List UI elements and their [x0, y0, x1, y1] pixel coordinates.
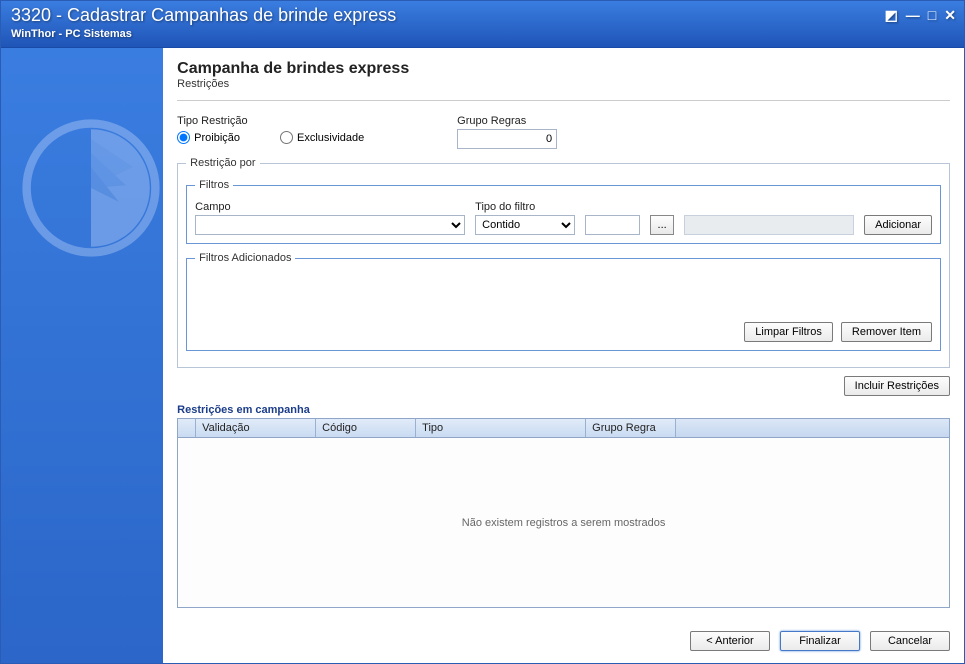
- window-subtitle: WinThor - PC Sistemas: [11, 28, 954, 40]
- filtros-fieldset: Filtros Campo Tipo do filtro Contido: [186, 179, 941, 244]
- filtros-legend: Filtros: [195, 179, 233, 191]
- grid-header-selector[interactable]: [178, 419, 196, 437]
- tipo-filtro-label: Tipo do filtro: [475, 201, 575, 213]
- window-controls: ◩ — □ ✕: [885, 7, 956, 24]
- filtros-adicionados-body: [195, 274, 932, 322]
- grid-col-grupo-regra[interactable]: Grupo Regra: [586, 419, 676, 437]
- body: Campanha de brindes express Restrições T…: [1, 47, 964, 663]
- campo-select[interactable]: [195, 215, 465, 235]
- limpar-filtros-button[interactable]: Limpar Filtros: [744, 322, 833, 342]
- brand-logo-icon: [21, 118, 161, 258]
- radio-exclusividade-input[interactable]: [280, 131, 293, 144]
- maximize-icon[interactable]: □: [928, 7, 936, 24]
- window: 3320 - Cadastrar Campanhas de brinde exp…: [0, 0, 965, 664]
- filtro-value-input[interactable]: [585, 215, 640, 235]
- lookup-display: [684, 215, 854, 235]
- filtros-adicionados-legend: Filtros Adicionados: [195, 252, 295, 264]
- radio-exclusividade-label: Exclusividade: [297, 132, 364, 144]
- grid-header: Validação Código Tipo Grupo Regra: [178, 419, 949, 438]
- incluir-restricoes-button[interactable]: Incluir Restrições: [844, 376, 950, 396]
- top-row: Tipo Restrição Proibição Exclusividade G: [177, 115, 950, 149]
- filtros-adicionados-fieldset: Filtros Adicionados Limpar Filtros Remov…: [186, 252, 941, 351]
- page-title: Campanha de brindes express: [177, 60, 950, 78]
- radio-proibicao[interactable]: Proibição: [177, 131, 240, 144]
- radio-proibicao-label: Proibição: [194, 132, 240, 144]
- restricao-por-legend: Restrição por: [186, 157, 259, 169]
- sidebar: [1, 48, 163, 663]
- adicionar-button[interactable]: Adicionar: [864, 215, 932, 235]
- divider: [177, 100, 950, 101]
- radio-exclusividade[interactable]: Exclusividade: [280, 131, 364, 144]
- anterior-button[interactable]: < Anterior: [690, 631, 770, 651]
- grupo-regras-input[interactable]: [457, 129, 557, 149]
- restricao-por-fieldset: Restrição por Filtros Campo Tipo do filt…: [177, 157, 950, 368]
- main-content: Campanha de brindes express Restrições T…: [163, 48, 964, 663]
- window-title: 3320 - Cadastrar Campanhas de brinde exp…: [11, 5, 954, 26]
- page-subtitle: Restrições: [177, 78, 950, 90]
- footer-actions: < Anterior Finalizar Cancelar: [177, 619, 950, 651]
- restricoes-grid: Validação Código Tipo Grupo Regra Não ex…: [177, 418, 950, 608]
- grid-col-validacao[interactable]: Validação: [196, 419, 316, 437]
- campo-label: Campo: [195, 201, 465, 213]
- close-icon[interactable]: ✕: [944, 7, 956, 24]
- grupo-regras-label: Grupo Regras: [457, 115, 557, 127]
- titlebar: 3320 - Cadastrar Campanhas de brinde exp…: [1, 1, 964, 47]
- remover-item-button[interactable]: Remover Item: [841, 322, 932, 342]
- lookup-button[interactable]: ...: [650, 215, 674, 235]
- grid-col-codigo[interactable]: Código: [316, 419, 416, 437]
- finalizar-button[interactable]: Finalizar: [780, 631, 860, 651]
- radio-proibicao-input[interactable]: [177, 131, 190, 144]
- tipo-restricao-label: Tipo Restrição: [177, 115, 437, 127]
- tipo-restricao-radios: Proibição Exclusividade: [177, 129, 437, 144]
- minimize-icon[interactable]: —: [906, 7, 920, 24]
- grid-title: Restrições em campanha: [177, 404, 950, 416]
- resize-icon[interactable]: ◩: [885, 7, 898, 24]
- grid-col-tipo[interactable]: Tipo: [416, 419, 586, 437]
- cancelar-button[interactable]: Cancelar: [870, 631, 950, 651]
- grid-empty-text: Não existem registros a serem mostrados: [178, 438, 949, 607]
- tipo-filtro-select[interactable]: Contido: [475, 215, 575, 235]
